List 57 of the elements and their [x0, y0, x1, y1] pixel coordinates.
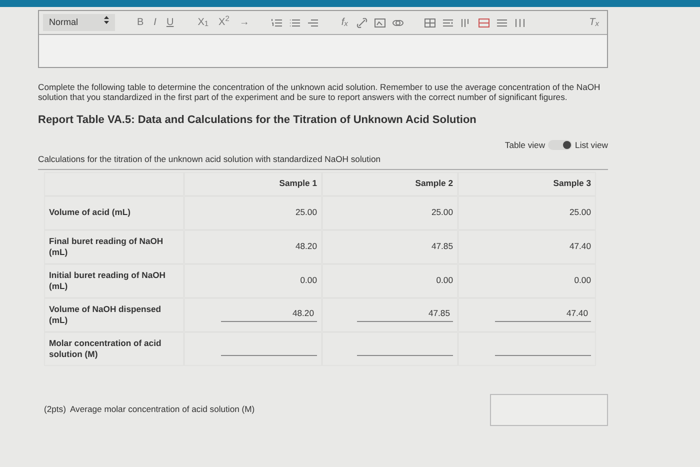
delete-table-icon[interactable]	[478, 18, 490, 28]
answer-cell[interactable]	[184, 332, 322, 366]
row-label: Molar concentration of acid solution (M)	[44, 332, 184, 366]
delete-column-icon[interactable]	[514, 18, 526, 28]
view-toggle[interactable]	[548, 140, 572, 150]
script-button[interactable]: →	[237, 18, 252, 28]
table-cell: 48.20	[184, 230, 322, 264]
delete-row-icon[interactable]	[496, 18, 508, 28]
answer-field[interactable]	[490, 394, 608, 426]
text-editor[interactable]: Normal B I U X$_{1}$ X$^{2}$ → f$_{x}$ T$_{x}$	[38, 10, 608, 68]
table-cell: 0.00	[184, 264, 322, 298]
answer-cell[interactable]: 48.20	[184, 298, 322, 332]
answer-field[interactable]: 48.20	[221, 307, 317, 322]
column-header: Sample 3	[458, 172, 596, 196]
row-label: Volume of acid (mL)	[44, 196, 184, 230]
table-cell: 0.00	[322, 264, 458, 298]
points-label: (2pts)	[44, 403, 66, 416]
answer-cell[interactable]: 47.40	[458, 298, 596, 332]
format-button[interactable]: I	[152, 18, 158, 28]
table-cell: 47.85	[322, 230, 458, 264]
chain-link-icon[interactable]	[392, 18, 404, 28]
table-cell: 25.00	[184, 196, 322, 230]
format-button[interactable]: B	[135, 18, 146, 28]
format-dropdown[interactable]: Normal	[43, 14, 115, 32]
clear-format-button[interactable]: T$_{x}$	[587, 18, 601, 28]
answer-cell[interactable]	[322, 332, 458, 366]
column-header: Sample 1	[184, 172, 322, 196]
image-icon[interactable]	[374, 18, 386, 28]
answer-cell[interactable]: 47.85	[322, 298, 458, 332]
instructions-text: Complete the following table to determine the concentration of the unknown acid solution. Remember to use the average concentration of the NaOH solution that you standardized in the first part of the experiment and be sure to report answers with the correct number of significant figures.	[38, 82, 602, 102]
column-header: Sample 2	[322, 172, 458, 196]
view-label: List view	[575, 138, 608, 152]
table-cell: 0.00	[458, 264, 596, 298]
table-cell: 25.00	[458, 196, 596, 230]
indent-icon[interactable]	[307, 18, 320, 28]
table-cell: 25.00	[322, 196, 458, 230]
answer-cell[interactable]	[458, 332, 596, 366]
insert-row-icon[interactable]	[442, 18, 454, 28]
row-label: Final buret reading of NaOH (mL)	[44, 230, 184, 264]
bullet-list-icon[interactable]	[289, 18, 302, 28]
script-button[interactable]: X$^{2}$	[216, 18, 232, 28]
answer-field[interactable]: 47.85	[357, 307, 453, 322]
view-label: Table view	[504, 138, 546, 152]
script-button[interactable]: X$_{1}$	[196, 18, 211, 28]
table-icon[interactable]	[424, 18, 436, 28]
table-title: Report Table VA.5: Data and Calculations for the Titration of Unknown Acid Solution	[38, 113, 478, 128]
updown-arrow-icon	[104, 16, 109, 24]
question-label: Average molar concentration of acid solution (M)	[70, 403, 255, 416]
numbered-list-icon[interactable]	[271, 18, 284, 28]
answer-field[interactable]: 47.40	[495, 307, 591, 322]
table-cell: 47.40	[458, 230, 596, 264]
link-icon[interactable]	[356, 18, 368, 28]
row-label: Initial buret reading of NaOH (mL)	[44, 264, 184, 298]
formula-button[interactable]: f$_{x}$	[339, 18, 350, 28]
row-label: Volume of NaOH dispensed (mL)	[44, 298, 184, 332]
table-caption: Calculations for the titration of the unknown acid solution with standardized NaOH solution	[38, 152, 608, 170]
format-button[interactable]: U	[164, 18, 176, 28]
